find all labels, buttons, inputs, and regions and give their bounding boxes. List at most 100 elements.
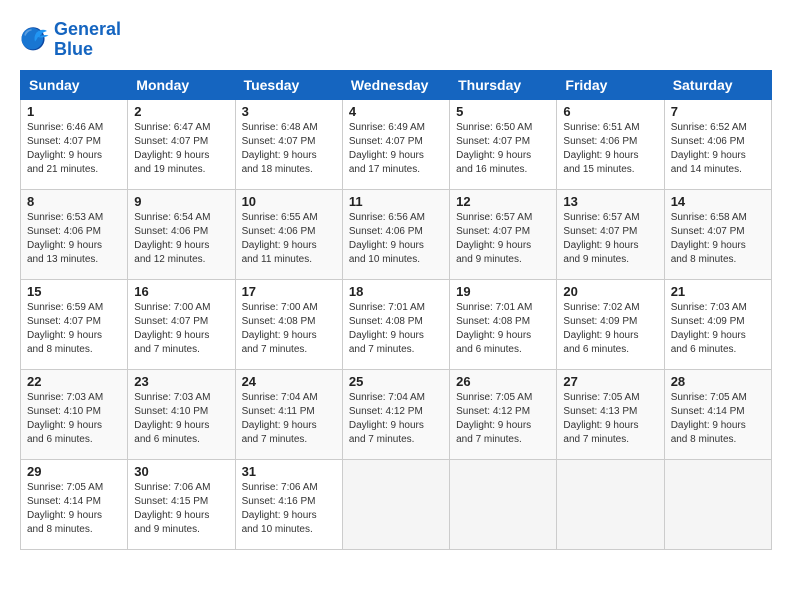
- day-info: Sunrise: 6:49 AM Sunset: 4:07 PM Dayligh…: [349, 121, 443, 177]
- calendar-week-row: 22 Sunrise: 7:03 AM Sunset: 4:10 PM Dayl…: [21, 369, 772, 459]
- day-info: Sunrise: 7:06 AM Sunset: 4:15 PM Dayligh…: [134, 481, 228, 537]
- calendar-day-cell: 1 Sunrise: 6:46 AM Sunset: 4:07 PM Dayli…: [21, 99, 128, 189]
- day-number: 4: [349, 104, 443, 119]
- sunrise-label: Sunrise: 7:06 AM: [134, 482, 210, 493]
- sunset-label: Sunset: 4:10 PM: [134, 406, 208, 417]
- sunset-label: Sunset: 4:12 PM: [456, 406, 530, 417]
- daylight-label: Daylight: 9 hours and 18 minutes.: [242, 150, 317, 175]
- calendar-day-cell: 5 Sunrise: 6:50 AM Sunset: 4:07 PM Dayli…: [450, 99, 557, 189]
- day-info: Sunrise: 6:53 AM Sunset: 4:06 PM Dayligh…: [27, 211, 121, 267]
- daylight-label: Daylight: 9 hours and 6 minutes.: [671, 330, 746, 355]
- day-info: Sunrise: 7:05 AM Sunset: 4:14 PM Dayligh…: [27, 481, 121, 537]
- daylight-label: Daylight: 9 hours and 13 minutes.: [27, 240, 102, 265]
- sunrise-label: Sunrise: 7:03 AM: [134, 392, 210, 403]
- daylight-label: Daylight: 9 hours and 9 minutes.: [456, 240, 531, 265]
- sunset-label: Sunset: 4:07 PM: [134, 316, 208, 327]
- day-number: 10: [242, 194, 336, 209]
- day-number: 19: [456, 284, 550, 299]
- daylight-label: Daylight: 9 hours and 19 minutes.: [134, 150, 209, 175]
- sunset-label: Sunset: 4:15 PM: [134, 496, 208, 507]
- daylight-label: Daylight: 9 hours and 10 minutes.: [349, 240, 424, 265]
- daylight-label: Daylight: 9 hours and 6 minutes.: [563, 330, 638, 355]
- daylight-label: Daylight: 9 hours and 8 minutes.: [671, 420, 746, 445]
- daylight-label: Daylight: 9 hours and 9 minutes.: [134, 510, 209, 535]
- calendar-week-row: 15 Sunrise: 6:59 AM Sunset: 4:07 PM Dayl…: [21, 279, 772, 369]
- calendar-day-cell: 23 Sunrise: 7:03 AM Sunset: 4:10 PM Dayl…: [128, 369, 235, 459]
- sunset-label: Sunset: 4:11 PM: [242, 406, 315, 417]
- daylight-label: Daylight: 9 hours and 8 minutes.: [27, 510, 102, 535]
- calendar-week-row: 29 Sunrise: 7:05 AM Sunset: 4:14 PM Dayl…: [21, 459, 772, 549]
- calendar-day-cell: 4 Sunrise: 6:49 AM Sunset: 4:07 PM Dayli…: [342, 99, 449, 189]
- day-info: Sunrise: 7:01 AM Sunset: 4:08 PM Dayligh…: [349, 301, 443, 357]
- sunset-label: Sunset: 4:08 PM: [349, 316, 423, 327]
- day-number: 12: [456, 194, 550, 209]
- calendar-day-cell: 3 Sunrise: 6:48 AM Sunset: 4:07 PM Dayli…: [235, 99, 342, 189]
- sunrise-label: Sunrise: 7:00 AM: [242, 302, 318, 313]
- day-info: Sunrise: 6:56 AM Sunset: 4:06 PM Dayligh…: [349, 211, 443, 267]
- weekday-header-monday: Monday: [128, 70, 235, 99]
- day-info: Sunrise: 6:50 AM Sunset: 4:07 PM Dayligh…: [456, 121, 550, 177]
- calendar-day-cell: 16 Sunrise: 7:00 AM Sunset: 4:07 PM Dayl…: [128, 279, 235, 369]
- day-info: Sunrise: 7:05 AM Sunset: 4:13 PM Dayligh…: [563, 391, 657, 447]
- calendar-day-cell: 10 Sunrise: 6:55 AM Sunset: 4:06 PM Dayl…: [235, 189, 342, 279]
- sunset-label: Sunset: 4:08 PM: [242, 316, 316, 327]
- sunset-label: Sunset: 4:07 PM: [242, 136, 316, 147]
- day-number: 22: [27, 374, 121, 389]
- calendar-day-cell: 22 Sunrise: 7:03 AM Sunset: 4:10 PM Dayl…: [21, 369, 128, 459]
- calendar-day-cell: [664, 459, 771, 549]
- day-info: Sunrise: 7:00 AM Sunset: 4:08 PM Dayligh…: [242, 301, 336, 357]
- daylight-label: Daylight: 9 hours and 6 minutes.: [27, 420, 102, 445]
- sunrise-label: Sunrise: 6:58 AM: [671, 212, 747, 223]
- day-info: Sunrise: 7:06 AM Sunset: 4:16 PM Dayligh…: [242, 481, 336, 537]
- sunset-label: Sunset: 4:09 PM: [563, 316, 637, 327]
- day-number: 31: [242, 464, 336, 479]
- day-number: 3: [242, 104, 336, 119]
- sunset-label: Sunset: 4:13 PM: [563, 406, 637, 417]
- calendar-day-cell: 24 Sunrise: 7:04 AM Sunset: 4:11 PM Dayl…: [235, 369, 342, 459]
- day-info: Sunrise: 7:04 AM Sunset: 4:12 PM Dayligh…: [349, 391, 443, 447]
- daylight-label: Daylight: 9 hours and 6 minutes.: [134, 420, 209, 445]
- daylight-label: Daylight: 9 hours and 8 minutes.: [671, 240, 746, 265]
- day-number: 21: [671, 284, 765, 299]
- sunset-label: Sunset: 4:07 PM: [27, 316, 101, 327]
- calendar-day-cell: 25 Sunrise: 7:04 AM Sunset: 4:12 PM Dayl…: [342, 369, 449, 459]
- sunrise-label: Sunrise: 6:53 AM: [27, 212, 103, 223]
- calendar-day-cell: 28 Sunrise: 7:05 AM Sunset: 4:14 PM Dayl…: [664, 369, 771, 459]
- sunrise-label: Sunrise: 7:04 AM: [349, 392, 425, 403]
- weekday-header-saturday: Saturday: [664, 70, 771, 99]
- day-info: Sunrise: 7:04 AM Sunset: 4:11 PM Dayligh…: [242, 391, 336, 447]
- day-number: 26: [456, 374, 550, 389]
- sunset-label: Sunset: 4:07 PM: [563, 226, 637, 237]
- day-info: Sunrise: 6:51 AM Sunset: 4:06 PM Dayligh…: [563, 121, 657, 177]
- sunset-label: Sunset: 4:14 PM: [27, 496, 101, 507]
- day-info: Sunrise: 7:03 AM Sunset: 4:10 PM Dayligh…: [27, 391, 121, 447]
- sunrise-label: Sunrise: 6:54 AM: [134, 212, 210, 223]
- day-number: 20: [563, 284, 657, 299]
- calendar-day-cell: 9 Sunrise: 6:54 AM Sunset: 4:06 PM Dayli…: [128, 189, 235, 279]
- calendar-day-cell: [342, 459, 449, 549]
- calendar-day-cell: 27 Sunrise: 7:05 AM Sunset: 4:13 PM Dayl…: [557, 369, 664, 459]
- day-number: 8: [27, 194, 121, 209]
- calendar-day-cell: 29 Sunrise: 7:05 AM Sunset: 4:14 PM Dayl…: [21, 459, 128, 549]
- calendar-table: SundayMondayTuesdayWednesdayThursdayFrid…: [20, 70, 772, 550]
- daylight-label: Daylight: 9 hours and 10 minutes.: [242, 510, 317, 535]
- logo-text-general: General: [54, 20, 121, 40]
- calendar-day-cell: 8 Sunrise: 6:53 AM Sunset: 4:06 PM Dayli…: [21, 189, 128, 279]
- daylight-label: Daylight: 9 hours and 17 minutes.: [349, 150, 424, 175]
- sunrise-label: Sunrise: 6:47 AM: [134, 122, 210, 133]
- day-number: 23: [134, 374, 228, 389]
- day-info: Sunrise: 6:57 AM Sunset: 4:07 PM Dayligh…: [456, 211, 550, 267]
- day-number: 11: [349, 194, 443, 209]
- weekday-header-friday: Friday: [557, 70, 664, 99]
- sunrise-label: Sunrise: 6:57 AM: [563, 212, 639, 223]
- day-info: Sunrise: 7:03 AM Sunset: 4:10 PM Dayligh…: [134, 391, 228, 447]
- logo: 🔵 General Blue: [20, 20, 121, 60]
- sunset-label: Sunset: 4:12 PM: [349, 406, 423, 417]
- daylight-label: Daylight: 9 hours and 7 minutes.: [134, 330, 209, 355]
- day-info: Sunrise: 6:57 AM Sunset: 4:07 PM Dayligh…: [563, 211, 657, 267]
- day-number: 2: [134, 104, 228, 119]
- daylight-label: Daylight: 9 hours and 7 minutes.: [349, 420, 424, 445]
- day-info: Sunrise: 6:52 AM Sunset: 4:06 PM Dayligh…: [671, 121, 765, 177]
- sunrise-label: Sunrise: 6:46 AM: [27, 122, 103, 133]
- sunset-label: Sunset: 4:06 PM: [134, 226, 208, 237]
